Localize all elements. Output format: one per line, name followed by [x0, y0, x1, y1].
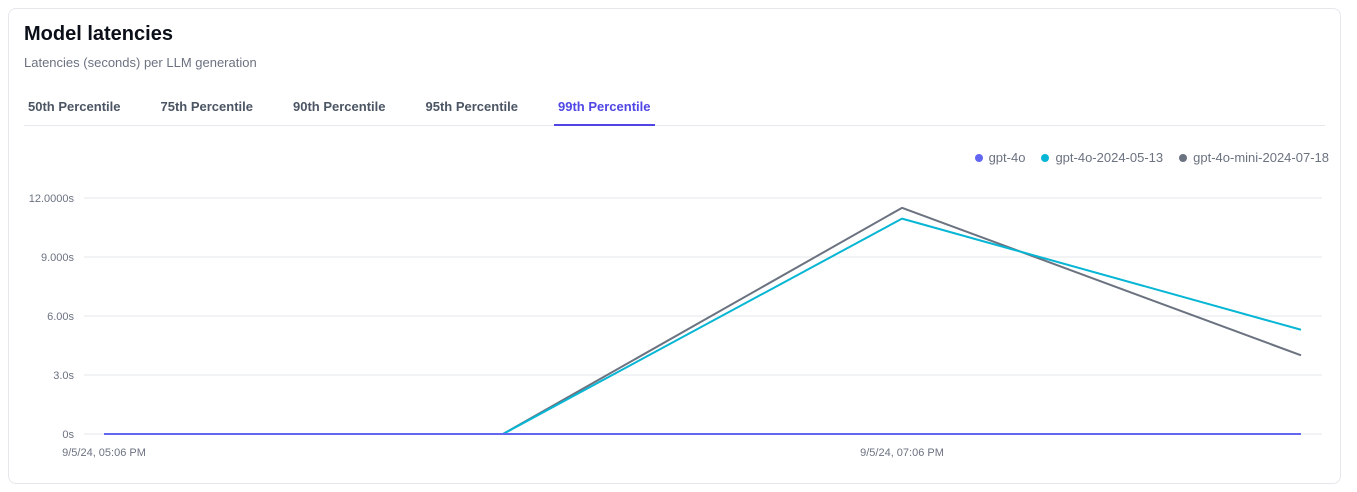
y-tick-label: 3.0s	[53, 370, 74, 382]
latency-line-chart: 0s 3.0s 6.00s 9.000s 12.0000s 9/5/24, 05:06 …	[29, 193, 1322, 459]
y-tick-label: 9.000s	[41, 252, 75, 264]
x-tick-label: 9/5/24, 07:06 PM	[860, 447, 944, 459]
x-axis-ticks: 9/5/24, 05:06 PM 9/5/24, 07:06 PM	[62, 447, 944, 459]
y-tick-label: 6.00s	[47, 311, 74, 323]
x-tick-label: 9/5/24, 05:06 PM	[62, 447, 146, 459]
series-line-gpt-4o-mini-2024-07-18[interactable]	[104, 206, 1302, 435]
y-tick-label: 12.0000s	[29, 193, 75, 205]
y-axis-ticks: 0s 3.0s 6.00s 9.000s 12.0000s	[29, 193, 75, 441]
y-tick-label: 0s	[62, 429, 74, 441]
grid-lines	[84, 197, 1322, 435]
series-line-gpt-4o-2024-05-13[interactable]	[104, 217, 1302, 435]
series-lines	[104, 206, 1302, 435]
